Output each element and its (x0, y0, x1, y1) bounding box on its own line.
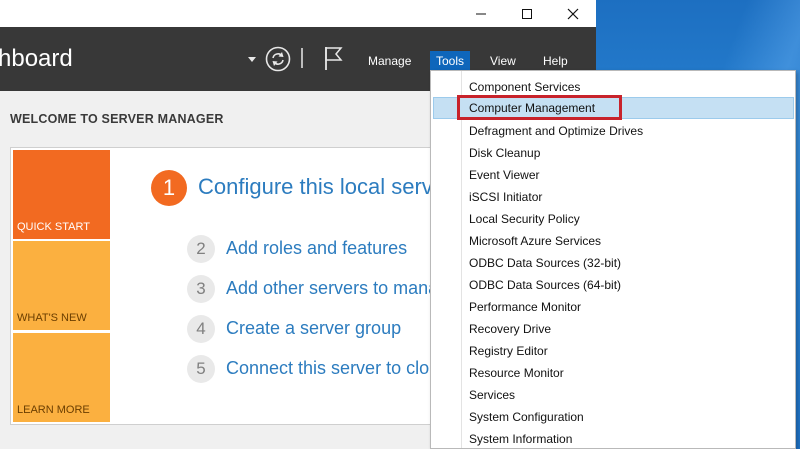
refresh-icon[interactable] (264, 45, 292, 73)
menu-item-system-configuration[interactable]: System Configuration (431, 406, 795, 428)
step-5-link[interactable]: Connect this server to clou (226, 358, 439, 379)
tools-dropdown-menu: Component Services Computer Management D… (430, 70, 796, 449)
step-1-number: 1 (151, 170, 187, 206)
tile-whats-new[interactable]: WHAT'S NEW (13, 241, 110, 330)
tile-label: WHAT'S NEW (17, 312, 87, 324)
menu-item-services[interactable]: Services (431, 384, 795, 406)
step-2-number: 2 (187, 235, 215, 263)
maximize-icon (522, 8, 532, 19)
menu-item-defragment[interactable]: Defragment and Optimize Drives (431, 120, 795, 142)
tile-label: LEARN MORE (17, 404, 90, 416)
menu-item-registry-editor[interactable]: Registry Editor (431, 340, 795, 362)
step-4-number: 4 (187, 315, 215, 343)
menu-item-iscsi-initiator[interactable]: iSCSI Initiator (431, 186, 795, 208)
menu-manage[interactable]: Manage (362, 51, 417, 73)
menu-item-local-security-policy[interactable]: Local Security Policy (431, 208, 795, 230)
maximize-button[interactable] (504, 0, 550, 27)
close-button[interactable] (550, 0, 596, 27)
page-title: hboard (0, 45, 73, 72)
minimize-button[interactable] (458, 0, 504, 27)
step-3-link[interactable]: Add other servers to mana (226, 278, 438, 299)
menu-item-system-information[interactable]: System Information (431, 428, 795, 448)
annotation-highlight-box (457, 95, 622, 120)
menu-item-azure-services[interactable]: Microsoft Azure Services (431, 230, 795, 252)
close-icon (567, 8, 579, 19)
tile-learn-more[interactable]: LEARN MORE (13, 333, 110, 422)
tile-label: QUICK START (17, 221, 90, 233)
menu-item-odbc-64[interactable]: ODBC Data Sources (64-bit) (431, 274, 795, 296)
step-1-link[interactable]: Configure this local serv (198, 174, 433, 200)
header-separator (301, 48, 303, 68)
title-bar (0, 0, 596, 27)
welcome-heading: WELCOME TO SERVER MANAGER (10, 112, 224, 126)
step-5-number: 5 (187, 355, 215, 383)
dropdown-arrow-icon[interactable] (247, 54, 257, 64)
minimize-icon (476, 13, 486, 14)
step-3-number: 3 (187, 275, 215, 303)
step-2-link[interactable]: Add roles and features (226, 238, 407, 259)
step-4-link[interactable]: Create a server group (226, 318, 401, 339)
menu-item-performance-monitor[interactable]: Performance Monitor (431, 296, 795, 318)
menu-item-odbc-32[interactable]: ODBC Data Sources (32-bit) (431, 252, 795, 274)
menu-item-disk-cleanup[interactable]: Disk Cleanup (431, 142, 795, 164)
menu-item-event-viewer[interactable]: Event Viewer (431, 164, 795, 186)
tile-quick-start[interactable]: QUICK START (13, 150, 110, 239)
menu-item-recovery-drive[interactable]: Recovery Drive (431, 318, 795, 340)
notifications-flag-icon[interactable] (322, 44, 344, 72)
menu-item-resource-monitor[interactable]: Resource Monitor (431, 362, 795, 384)
